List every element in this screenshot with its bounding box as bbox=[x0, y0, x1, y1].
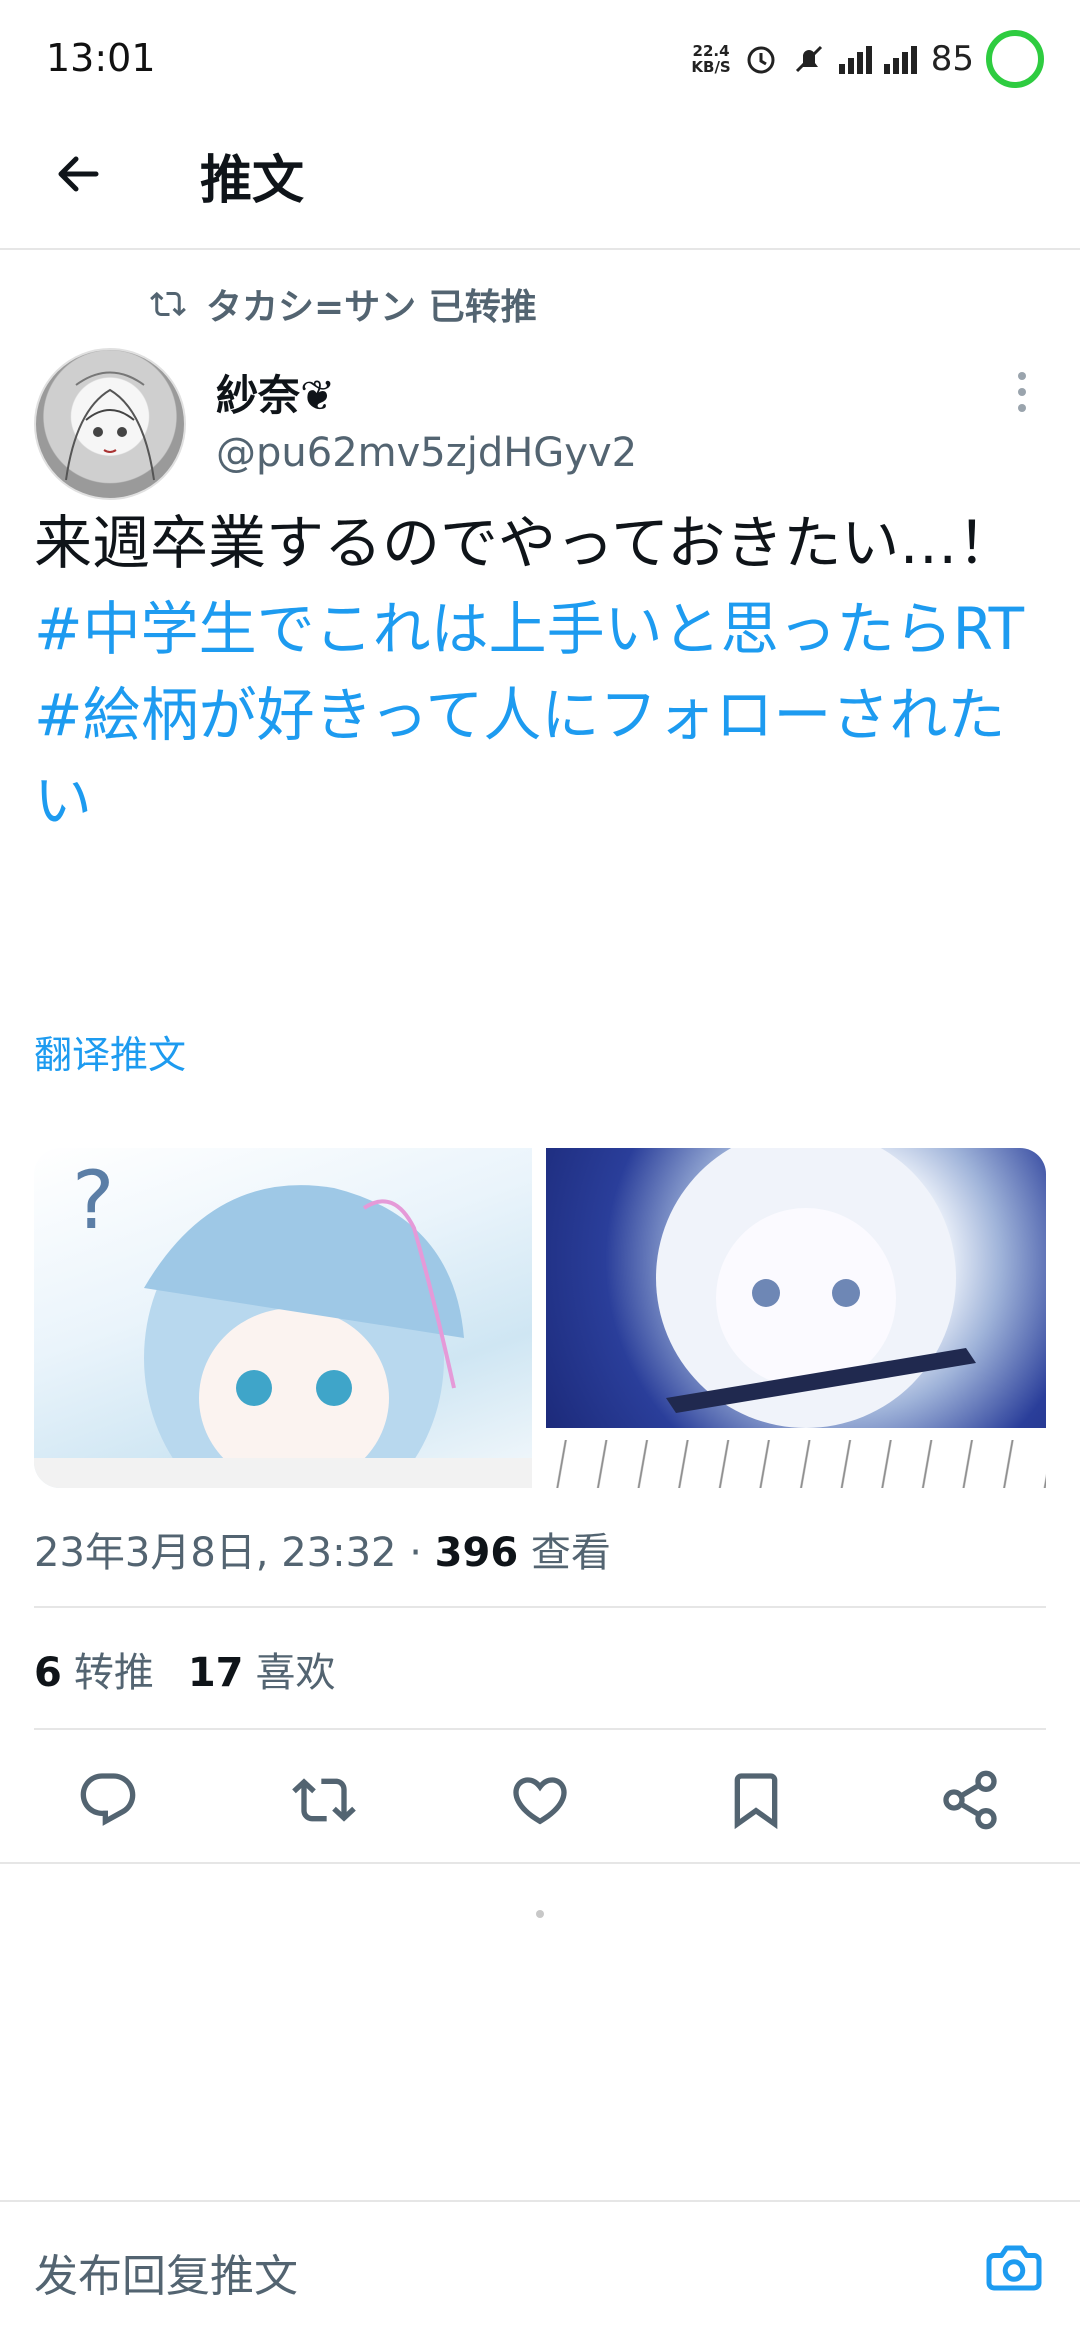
battery-level: 85 bbox=[930, 39, 974, 79]
translate-link[interactable]: 翻译推文 bbox=[34, 1024, 186, 1079]
status-time: 13:01 bbox=[46, 36, 156, 80]
reply-icon bbox=[80, 1773, 136, 1826]
retweet-banner[interactable]: タカシ=サン 已转推 bbox=[150, 278, 537, 330]
bookmark-button[interactable] bbox=[724, 1768, 788, 1832]
tweet-meta: 23年3月8日, 23:32 · 396 查看 bbox=[34, 1530, 611, 1576]
hashtag-link[interactable]: #中学生でこれは上手いと思ったらRT bbox=[34, 586, 1044, 672]
media-image-3[interactable] bbox=[546, 1440, 1046, 1488]
actions-divider bbox=[0, 1862, 1080, 1864]
tweet-stats: 6 转推 17 喜欢 bbox=[34, 1640, 336, 1698]
anime-girl-blue-hair-image: ? bbox=[34, 1154, 532, 1488]
media-image-1[interactable]: ? bbox=[34, 1148, 532, 1488]
avatar[interactable] bbox=[34, 348, 186, 500]
battery-ring-icon bbox=[986, 30, 1044, 88]
reply-button[interactable] bbox=[76, 1768, 140, 1832]
page-title: 推文 bbox=[200, 151, 305, 211]
like-button[interactable] bbox=[508, 1768, 572, 1832]
camera-icon[interactable] bbox=[984, 2238, 1044, 2298]
more-options-icon[interactable] bbox=[1012, 370, 1032, 414]
author-name[interactable]: 紗奈❦ bbox=[216, 362, 335, 423]
views-count: 396 bbox=[434, 1530, 519, 1576]
bookmark-icon bbox=[734, 1773, 778, 1830]
stats-divider bbox=[34, 1728, 1046, 1730]
tweet-body: 来週卒業するのでやっておきたい…！ bbox=[34, 509, 1016, 577]
alarm-icon bbox=[747, 46, 775, 74]
likes-stat[interactable]: 17 喜欢 bbox=[188, 1640, 336, 1698]
heart-icon bbox=[513, 1777, 567, 1825]
retweet-button[interactable] bbox=[292, 1768, 356, 1832]
hashtag-link[interactable]: #絵柄が好きって人にフォローされたい bbox=[34, 672, 1044, 844]
status-icons: 22.4 KB/S 85 bbox=[691, 22, 1044, 96]
retweet-icon bbox=[292, 1778, 356, 1822]
anime-girl-white-hair-image bbox=[656, 1148, 976, 1428]
header-divider bbox=[0, 248, 1080, 250]
signal-4g-icon bbox=[883, 44, 917, 74]
share-icon bbox=[943, 1770, 997, 1830]
retweet-icon bbox=[150, 291, 186, 317]
meta-divider bbox=[34, 1606, 1046, 1608]
svg-text:?: ? bbox=[72, 1154, 114, 1247]
share-button[interactable] bbox=[938, 1768, 1002, 1832]
retweet-banner-text: タカシ=サン 已转推 bbox=[206, 287, 537, 328]
tweet-datetime: 23年3月8日, 23:32 bbox=[34, 1530, 397, 1576]
arrow-left-icon[interactable] bbox=[52, 148, 104, 200]
loading-dot bbox=[536, 1910, 544, 1918]
net-speed: 22.4 KB/S bbox=[691, 42, 731, 76]
author-handle[interactable]: @pu62mv5zjdHGyv2 bbox=[216, 430, 637, 476]
reply-bar-divider bbox=[0, 2200, 1080, 2202]
signal-5g-icon bbox=[838, 44, 872, 74]
media-image-2[interactable] bbox=[546, 1148, 1046, 1428]
tweet-text: 来週卒業するのでやっておきたい…！ #中学生でこれは上手いと思ったらRT #絵柄が好… bbox=[34, 500, 1044, 844]
reply-input[interactable]: 发布回复推文 bbox=[34, 2240, 298, 2304]
views-label: 查看 bbox=[518, 1530, 611, 1576]
mute-bell-icon bbox=[795, 45, 822, 73]
retweets-stat[interactable]: 6 转推 bbox=[34, 1640, 154, 1698]
